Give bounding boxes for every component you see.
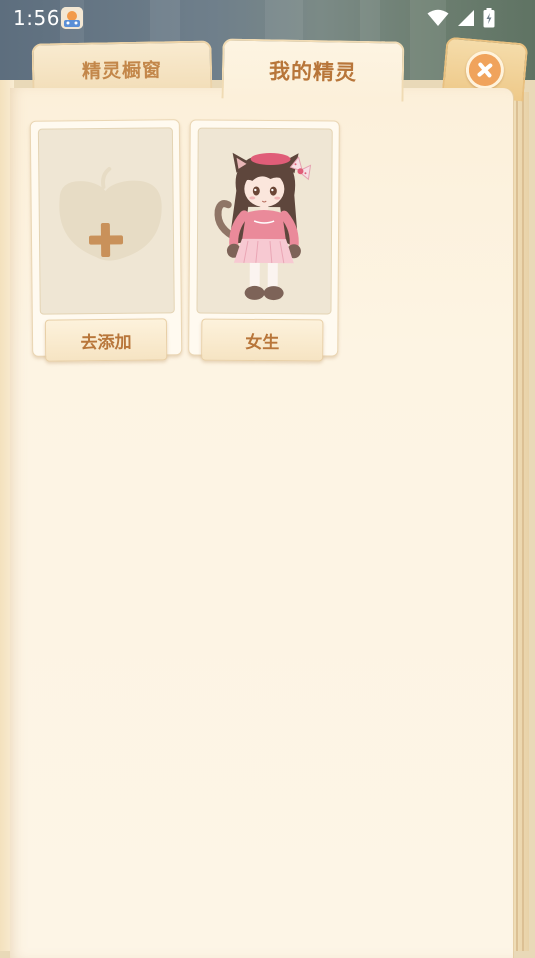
close-button[interactable] xyxy=(464,49,506,91)
sprite-portrait[interactable] xyxy=(196,127,333,315)
add-plus-icon xyxy=(59,166,162,261)
status-time: 1:56 xyxy=(13,6,60,30)
sprite-name-button[interactable]: 女生 xyxy=(201,318,324,362)
girl-cat-character xyxy=(214,152,312,301)
add-sprite-card[interactable]: 去添加 xyxy=(29,119,183,362)
battery-icon xyxy=(483,8,495,32)
tab-sprite-showcase-label: 精灵橱窗 xyxy=(81,58,163,83)
status-bar: 1:56 xyxy=(0,0,535,36)
signal-icon xyxy=(457,9,475,31)
close-icon xyxy=(477,62,493,78)
wifi-icon xyxy=(427,9,449,31)
tab-my-sprites-label: 我的精灵 xyxy=(268,59,358,85)
tab-my-sprites[interactable]: 我的精灵 xyxy=(221,38,405,102)
add-sprite-placeholder[interactable] xyxy=(37,127,175,315)
app-notification-icon xyxy=(61,7,83,29)
sprite-card-girl[interactable]: 女生 xyxy=(188,119,340,362)
add-sprite-button[interactable]: 去添加 xyxy=(44,318,168,362)
